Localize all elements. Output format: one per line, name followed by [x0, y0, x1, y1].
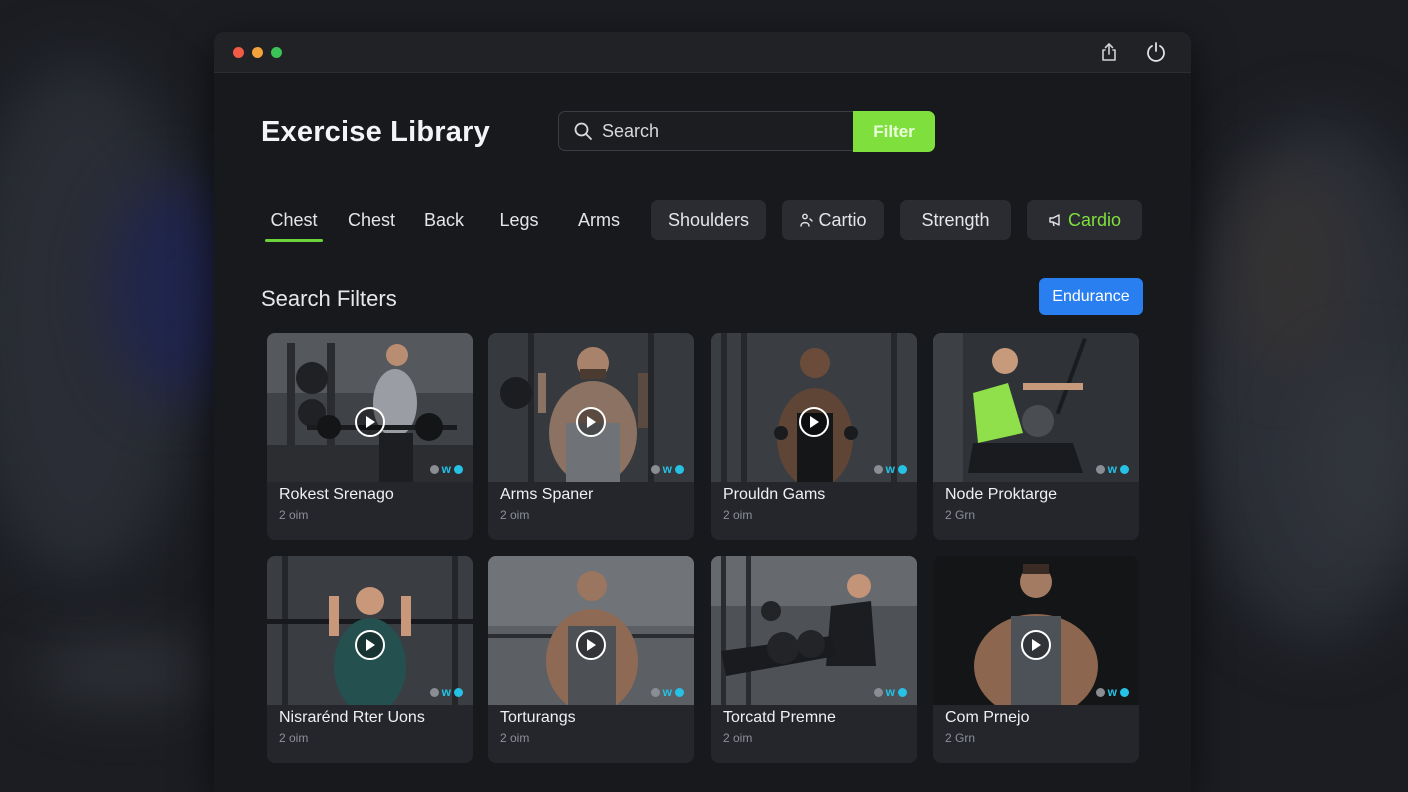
card-title: Node Proktarge	[945, 486, 1058, 503]
tab-label: Strength	[921, 209, 990, 230]
card-title: Prouldn Gams	[723, 486, 826, 503]
card-meta: 2 oim	[500, 508, 530, 522]
tab-arms[interactable]: Arms	[574, 200, 624, 240]
minimize-window-button[interactable]	[252, 47, 263, 58]
exercise-thumbnail: w	[933, 556, 1139, 705]
tab-label: Cartio	[818, 209, 867, 230]
megaphone-icon	[1048, 213, 1063, 227]
card-title: Rokest Srenago	[279, 486, 394, 503]
tab-label: Back	[423, 209, 465, 230]
tab-chest-active[interactable]: Chest	[265, 200, 323, 242]
card-meta: 2 oim	[723, 731, 753, 745]
exercise-thumbnail: w	[488, 556, 694, 705]
card-meta: 2 Grn	[945, 731, 976, 745]
exercise-card[interactable]: w Node Proktarge 2 Grn	[933, 333, 1139, 540]
share-icon[interactable]	[1098, 41, 1120, 63]
play-icon[interactable]	[576, 630, 606, 660]
card-title: Arms Spaner	[500, 486, 594, 503]
card-title: Torcatd Premne	[723, 709, 836, 726]
tab-label: Chest	[347, 209, 396, 230]
person-icon	[799, 213, 814, 227]
tab-label: Shoulders	[667, 209, 750, 230]
app-window: Exercise Library Filter Chest Chest Back…	[214, 32, 1191, 792]
close-window-button[interactable]	[233, 47, 244, 58]
tab-label: Chest	[270, 209, 318, 230]
tab-strength[interactable]: Strength	[900, 200, 1011, 240]
tab-back[interactable]: Back	[420, 200, 468, 240]
play-icon[interactable]	[355, 407, 385, 437]
play-icon[interactable]	[576, 407, 606, 437]
exercise-card[interactable]: w Torturangs 2 oim	[488, 556, 694, 763]
exercise-thumbnail: w	[488, 333, 694, 482]
card-badges: w	[650, 686, 684, 698]
card-meta: 2 oim	[279, 731, 309, 745]
tab-cardio[interactable]: Cardio	[1027, 200, 1142, 240]
tab-chest[interactable]: Chest	[345, 200, 398, 240]
search-bar	[558, 111, 853, 151]
card-badges: w	[1095, 463, 1129, 475]
filter-button[interactable]: Filter	[853, 111, 935, 152]
exercise-card[interactable]: w Torcatd Premne 2 oim	[711, 556, 917, 763]
play-icon[interactable]	[1021, 630, 1051, 660]
tab-cartio[interactable]: Cartio	[782, 200, 884, 240]
exercise-thumbnail: w	[711, 333, 917, 482]
tab-shoulders[interactable]: Shoulders	[651, 200, 766, 240]
tab-legs[interactable]: Legs	[496, 200, 542, 240]
exercise-card[interactable]: w Com Prnejo 2 Grn	[933, 556, 1139, 763]
card-badges: w	[1095, 686, 1129, 698]
exercise-card[interactable]: w Nisrarénd Rter Uons 2 oim	[267, 556, 473, 763]
card-badges: w	[429, 686, 463, 698]
card-meta: 2 Grn	[945, 508, 976, 522]
power-icon[interactable]	[1145, 41, 1167, 63]
tab-label: Legs	[499, 209, 539, 230]
card-title: Torturangs	[500, 709, 576, 726]
exercise-card[interactable]: w Prouldn Gams 2 oim	[711, 333, 917, 540]
play-icon[interactable]	[799, 407, 829, 437]
card-meta: 2 oim	[723, 508, 753, 522]
play-icon[interactable]	[355, 630, 385, 660]
endurance-button[interactable]: Endurance	[1039, 278, 1143, 315]
card-meta: 2 oim	[500, 731, 530, 745]
tab-label: Arms	[578, 209, 620, 230]
card-badges: w	[429, 463, 463, 475]
card-title: Nisrarénd Rter Uons	[279, 709, 425, 726]
exercise-thumbnail: w	[267, 333, 473, 482]
exercise-thumbnail: w	[933, 333, 1139, 482]
exercise-thumbnail: w	[711, 556, 917, 705]
card-badges: w	[873, 686, 907, 698]
section-title: Search Filters	[261, 286, 397, 311]
card-title: Com Prnejo	[945, 709, 1030, 726]
exercise-thumbnail: w	[267, 556, 473, 705]
tab-label: Cardio	[1067, 209, 1122, 230]
search-input[interactable]	[602, 120, 822, 142]
card-badges: w	[873, 463, 907, 475]
exercise-card[interactable]: w Rokest Srenago 2 oim	[267, 333, 473, 540]
card-badges: w	[650, 463, 684, 475]
maximize-window-button[interactable]	[271, 47, 282, 58]
title-bar	[214, 32, 1191, 73]
exercise-card[interactable]: w Arms Spaner 2 oim	[488, 333, 694, 540]
search-icon	[574, 122, 592, 140]
card-meta: 2 oim	[279, 508, 309, 522]
page-title: Exercise Library	[261, 116, 490, 148]
